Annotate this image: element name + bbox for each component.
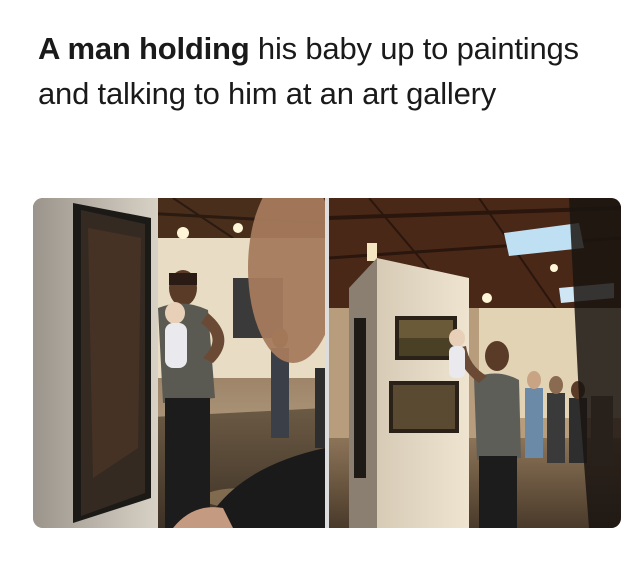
caption-bold: A man holding — [38, 31, 250, 66]
gallery-photo-right — [329, 198, 621, 528]
gallery-photo-left — [33, 198, 325, 528]
photo-collage — [33, 198, 621, 528]
caption: A man holding his baby up to paintings a… — [38, 26, 618, 116]
